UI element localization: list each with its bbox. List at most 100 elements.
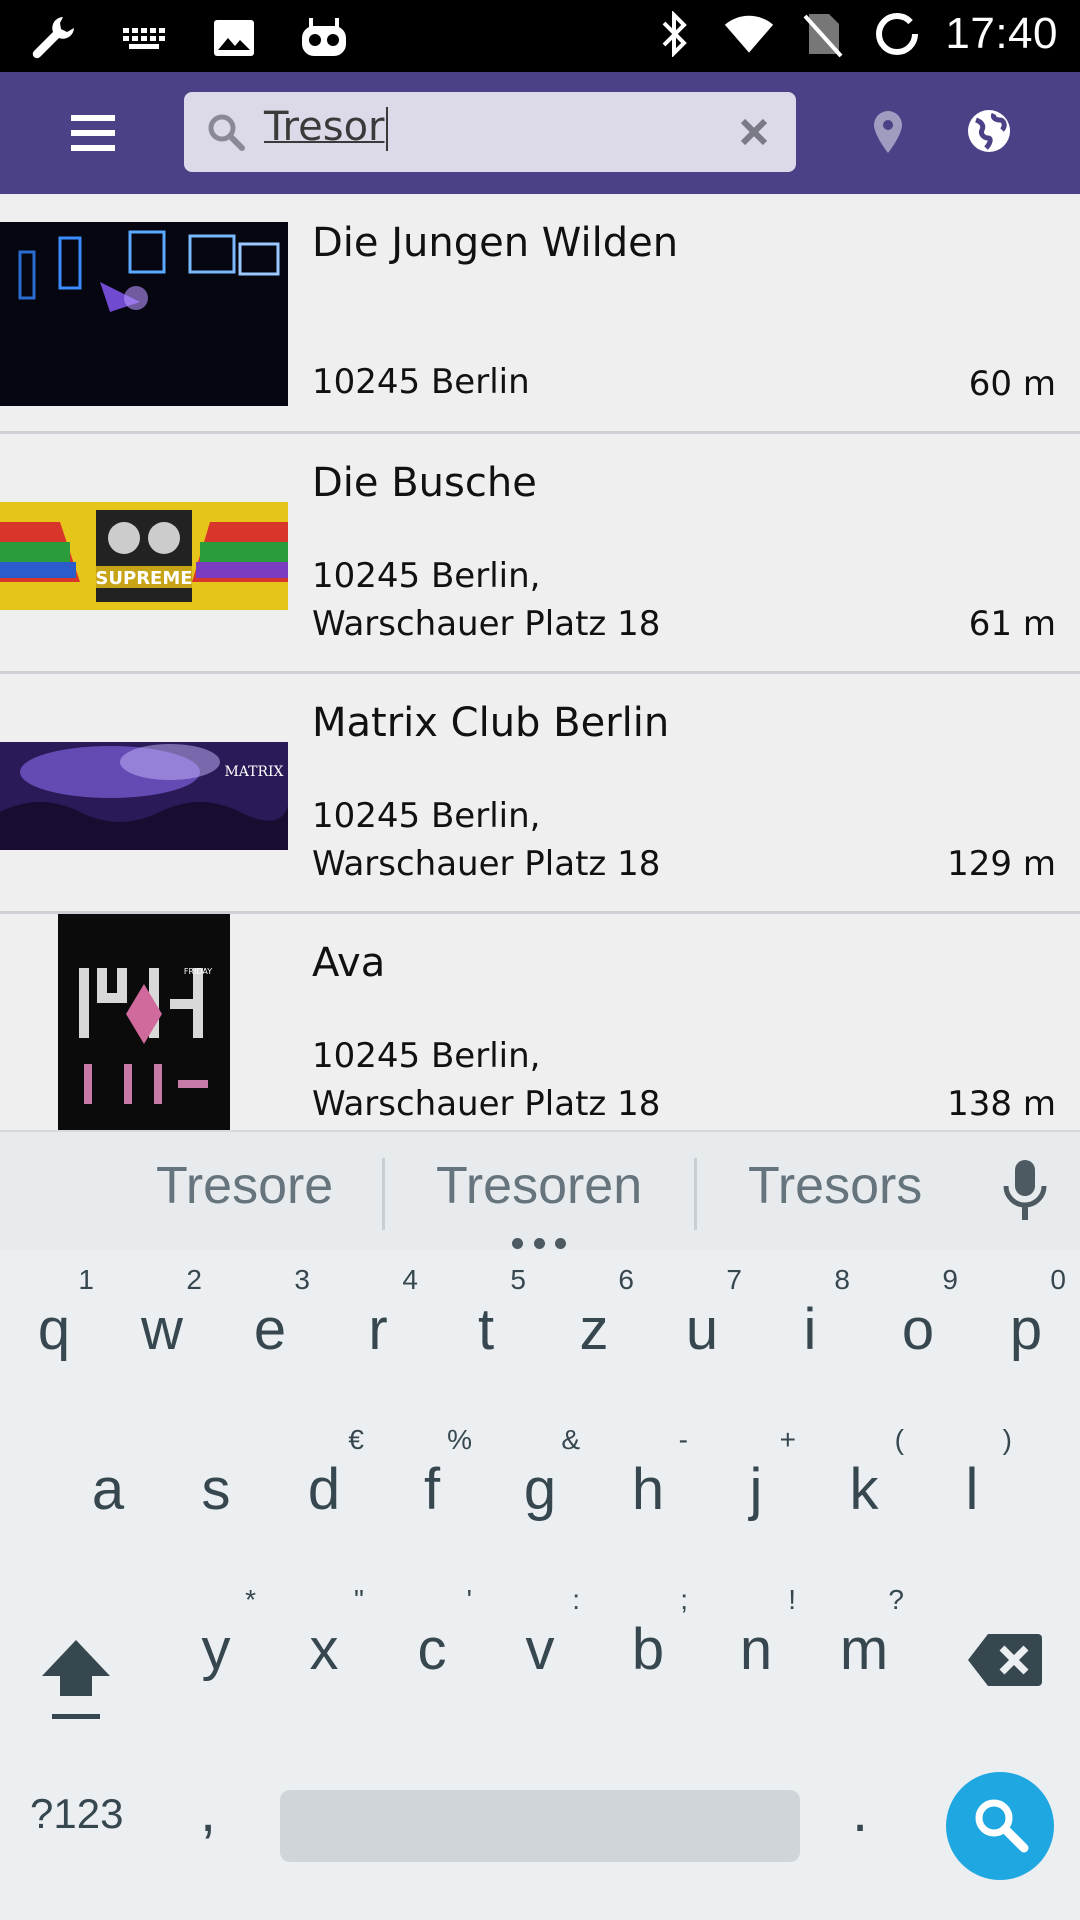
location-pin-icon[interactable] <box>864 102 912 162</box>
search-field[interactable]: Tresor <box>184 92 796 172</box>
key-label: e <box>253 1297 287 1362</box>
key-s[interactable]: s <box>162 1410 270 1560</box>
symbols-key[interactable]: ?123 <box>30 1790 123 1838</box>
key-j[interactable]: + j <box>702 1410 810 1560</box>
key-q[interactable]: 1q <box>0 1250 108 1400</box>
key-label: y <box>201 1617 231 1682</box>
key-m[interactable]: ? m <box>810 1570 918 1720</box>
key-o[interactable]: 9o <box>864 1250 972 1400</box>
list-item[interactable]: FRIDAY Ava 10245 Berlin, Warschauer Plat… <box>0 914 1080 1130</box>
key-hint: ? <box>888 1584 904 1615</box>
key-u[interactable]: 7u <box>648 1250 756 1400</box>
clear-icon[interactable] <box>734 112 774 152</box>
sync-ring-icon <box>871 8 923 60</box>
key-label: z <box>579 1297 609 1362</box>
key-label: c <box>417 1617 447 1682</box>
app-bar: Tresor <box>0 72 1080 194</box>
key-hint: 9 <box>942 1264 958 1295</box>
keyboard-icon <box>118 12 170 64</box>
key-label: b <box>631 1617 665 1682</box>
key-h[interactable]: -h <box>594 1410 702 1560</box>
suggestion-2[interactable]: Tresoren <box>436 1156 642 1216</box>
cyanogen-icon <box>298 12 350 64</box>
search-action-key[interactable] <box>946 1772 1054 1880</box>
key-label: k <box>849 1457 879 1522</box>
key-hint: 5 <box>510 1264 526 1295</box>
key-w[interactable]: 2w <box>108 1250 216 1400</box>
key-label: m <box>839 1617 889 1682</box>
period-key[interactable]: . <box>852 1778 868 1845</box>
results-list: Die Jungen Wilden 10245 Berlin 60 m SUPR… <box>0 194 1080 1130</box>
key-label: v <box>525 1617 555 1682</box>
key-label: l <box>965 1457 979 1522</box>
suggestion-1[interactable]: Tresore <box>156 1156 333 1216</box>
suggestion-3[interactable]: Tresors <box>748 1156 922 1216</box>
key-t[interactable]: 5t <box>432 1250 540 1400</box>
list-item[interactable]: MATRIX Matrix Club Berlin 10245 Berlin, … <box>0 674 1080 914</box>
key-hint: + <box>779 1424 796 1455</box>
address-line-2: Warschauer Platz 18 <box>312 844 661 884</box>
key-p[interactable]: 0p <box>972 1250 1080 1400</box>
key-label: p <box>1009 1297 1043 1362</box>
key-hint: - <box>678 1424 688 1455</box>
key-a[interactable]: a <box>54 1410 162 1560</box>
key-label: x <box>309 1617 339 1682</box>
soft-keyboard: 1q2w3e4r5t6z7u8i9o0p a s € d% f & g - h + j(k) l * y… <box>0 1250 1080 1920</box>
search-icon <box>206 112 246 156</box>
image-icon <box>208 12 260 64</box>
microphone-icon[interactable] <box>1000 1158 1050 1226</box>
list-item[interactable]: Die Jungen Wilden 10245 Berlin 60 m <box>0 194 1080 434</box>
key-z[interactable]: 6z <box>540 1250 648 1400</box>
key-hint: 3 <box>294 1264 310 1295</box>
key-i[interactable]: 8i <box>756 1250 864 1400</box>
venue-name: Die Jungen Wilden <box>312 220 679 266</box>
suggestion-strip: Tresore Tresoren Tresors <box>0 1130 1080 1250</box>
search-input[interactable]: Tresor <box>264 104 388 151</box>
shift-key[interactable] <box>36 1630 116 1730</box>
venue-address: 10245 Berlin, Warschauer Platz 18 <box>312 1032 660 1128</box>
key-y[interactable]: * y <box>162 1570 270 1720</box>
venue-thumbnail: SUPREME <box>0 502 288 610</box>
key-n[interactable]: ! n <box>702 1570 810 1720</box>
text-caret <box>385 107 388 151</box>
key-label: q <box>37 1297 71 1362</box>
key-label: u <box>685 1297 719 1362</box>
key-hint: ' <box>466 1584 472 1615</box>
key-k[interactable]: (k <box>810 1410 918 1560</box>
key-d[interactable]: € d <box>270 1410 378 1560</box>
key-l[interactable]: ) l <box>918 1410 1026 1560</box>
key-hint: 0 <box>1050 1264 1066 1295</box>
key-label: t <box>477 1297 495 1362</box>
venue-distance: 61 m <box>968 604 1056 644</box>
list-item[interactable]: SUPREME Die Busche 10245 Berlin, Warscha… <box>0 434 1080 674</box>
space-key[interactable] <box>280 1790 800 1862</box>
address-line-2: Warschauer Platz 18 <box>312 604 661 644</box>
key-g[interactable]: & g <box>486 1410 594 1560</box>
more-suggestions-icon[interactable] <box>512 1238 566 1250</box>
svg-text:SUPREME: SUPREME <box>95 568 192 589</box>
key-v[interactable]: :v <box>486 1570 594 1720</box>
key-f[interactable]: % f <box>378 1410 486 1560</box>
comma-key[interactable]: , <box>200 1778 216 1845</box>
wifi-icon <box>723 8 775 60</box>
key-hint: 2 <box>186 1264 202 1295</box>
key-c[interactable]: ' c <box>378 1570 486 1720</box>
key-x[interactable]: " x <box>270 1570 378 1720</box>
address-line-2: Warschauer Platz 18 <box>312 1084 661 1124</box>
key-hint: 8 <box>834 1264 850 1295</box>
key-r[interactable]: 4r <box>324 1250 432 1400</box>
key-b[interactable]: ; b <box>594 1570 702 1720</box>
globe-icon[interactable] <box>964 106 1014 156</box>
key-label: w <box>141 1297 183 1362</box>
key-label: s <box>201 1457 231 1522</box>
backspace-key[interactable] <box>966 1630 1042 1690</box>
venue-thumbnail: MATRIX <box>0 742 288 850</box>
key-e[interactable]: 3e <box>216 1250 324 1400</box>
key-hint: ; <box>680 1584 688 1615</box>
key-hint: 4 <box>402 1264 418 1295</box>
key-label: d <box>307 1457 341 1522</box>
menu-icon[interactable] <box>60 100 126 166</box>
venue-name: Die Busche <box>312 460 537 506</box>
key-hint: 6 <box>618 1264 634 1295</box>
key-hint: ( <box>894 1424 904 1455</box>
